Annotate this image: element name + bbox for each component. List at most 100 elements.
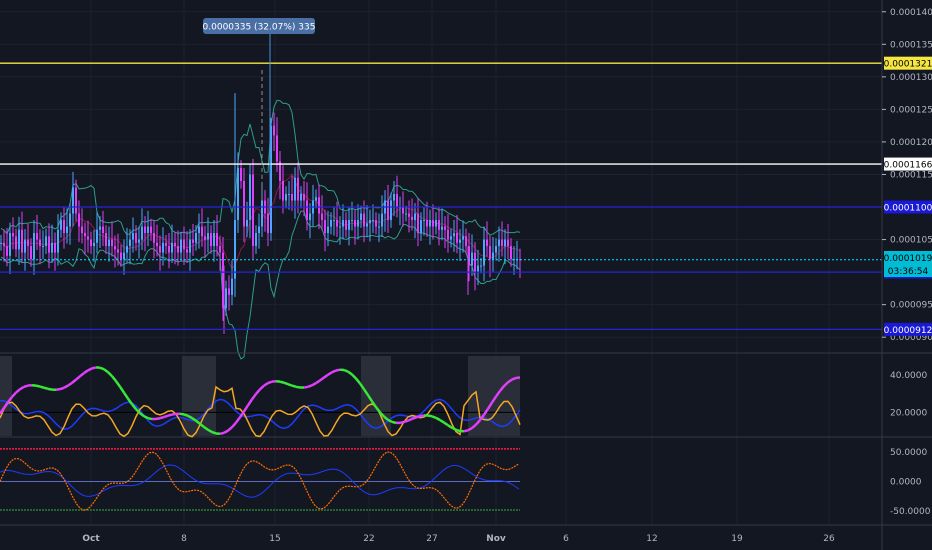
candle-body bbox=[165, 242, 167, 247]
candle-body bbox=[168, 246, 170, 253]
indicator-1-main-segment bbox=[431, 415, 437, 420]
candle-body bbox=[219, 246, 221, 253]
candle-body bbox=[408, 213, 410, 217]
candle-body bbox=[438, 220, 440, 230]
price-chart[interactable]: 0.0000335 (32.07%) 335 0.0001400 0.000135… bbox=[0, 0, 932, 550]
candle-body bbox=[372, 220, 374, 222]
candle-body bbox=[447, 229, 449, 240]
candle-body bbox=[378, 226, 380, 228]
candle-body bbox=[402, 207, 404, 214]
indicator-1-main-segment bbox=[427, 414, 433, 418]
candle-body bbox=[225, 288, 227, 308]
candle-body bbox=[258, 226, 260, 234]
indicator-1-main-segment bbox=[147, 416, 153, 421]
price-tick-label: 0.0001150 bbox=[890, 170, 932, 180]
candle-body bbox=[48, 236, 50, 253]
candle-body bbox=[66, 226, 68, 234]
candle-body bbox=[273, 125, 275, 136]
candle-body bbox=[261, 200, 263, 227]
candle-body bbox=[426, 220, 428, 227]
candle-body bbox=[36, 233, 38, 240]
indicator-1-main-segment bbox=[295, 385, 301, 389]
candle-body bbox=[486, 239, 488, 247]
candle-body bbox=[216, 233, 218, 247]
indicator-1-main-segment bbox=[267, 380, 273, 385]
candle-body bbox=[186, 249, 188, 253]
candle-body bbox=[156, 242, 158, 247]
candle-body bbox=[243, 180, 245, 227]
last-price-tag: 0.0001019 03:36:54 bbox=[884, 251, 932, 277]
time-tick-label: 19 bbox=[731, 534, 743, 544]
candle-body bbox=[471, 252, 473, 266]
candle-body bbox=[282, 180, 284, 201]
candle-body bbox=[315, 197, 317, 201]
candle-body bbox=[135, 233, 137, 243]
price-tick-label: 0.0000950 bbox=[890, 301, 932, 311]
candle-body bbox=[78, 213, 80, 227]
candle-body bbox=[0, 242, 2, 244]
candle-body bbox=[111, 239, 113, 247]
indicator-1-main-segment bbox=[287, 382, 293, 387]
candle-body bbox=[246, 220, 248, 227]
candle-body bbox=[318, 197, 320, 214]
candle-body bbox=[30, 246, 32, 260]
chart-background bbox=[0, 0, 932, 550]
time-tick-label: 6 bbox=[563, 534, 569, 544]
candle-body bbox=[495, 246, 497, 253]
indicator-1-main-segment bbox=[283, 381, 289, 386]
indicator-1-main-segment bbox=[399, 420, 405, 425]
indicator-2-tick-label: 50.0000 bbox=[890, 448, 927, 458]
candle-body bbox=[54, 242, 56, 253]
candle-body bbox=[174, 242, 176, 247]
candle-body bbox=[387, 200, 389, 221]
candle-body bbox=[330, 220, 332, 227]
candle-body bbox=[492, 252, 494, 260]
indicator-1-main-segment bbox=[331, 369, 337, 374]
candle-body bbox=[24, 239, 26, 253]
candle-body bbox=[213, 233, 215, 247]
candle-body bbox=[15, 236, 17, 250]
candle-body bbox=[114, 246, 116, 250]
candle-body bbox=[294, 177, 296, 201]
time-tick-label: Oct bbox=[82, 534, 100, 544]
candle-body bbox=[354, 220, 356, 227]
candle-body bbox=[105, 233, 107, 247]
indicator-1-main-segment bbox=[23, 384, 29, 389]
indicator-1-main-segment bbox=[167, 413, 173, 417]
price-tick-label: 0.0001050 bbox=[890, 236, 932, 246]
candle-body bbox=[81, 226, 83, 234]
candle-body bbox=[366, 223, 368, 227]
price-tick-label: 0.0001400 bbox=[890, 8, 932, 18]
time-tick-label: 26 bbox=[823, 534, 835, 544]
indicator-1-main-segment bbox=[303, 385, 309, 389]
indicator-1-main-segment bbox=[407, 417, 413, 422]
candle-body bbox=[33, 233, 35, 260]
candle-body bbox=[75, 187, 77, 214]
candle-body bbox=[369, 220, 371, 224]
candle-body bbox=[381, 213, 383, 227]
candle-body bbox=[123, 252, 125, 260]
candle-body bbox=[63, 220, 65, 234]
candle-body bbox=[240, 167, 242, 181]
indicator-1-main-segment bbox=[179, 412, 185, 416]
price-tag-label: 0.0000912 bbox=[884, 326, 932, 336]
indicator-1-main-segment bbox=[39, 385, 45, 389]
indicator-1-main-segment bbox=[159, 415, 165, 420]
candle-body bbox=[417, 213, 419, 234]
candle-body bbox=[360, 213, 362, 221]
candle-body bbox=[462, 236, 464, 240]
candle-body bbox=[27, 239, 29, 247]
candle-body bbox=[21, 229, 23, 253]
candle-body bbox=[144, 226, 146, 234]
candle-body bbox=[198, 226, 200, 234]
candle-body bbox=[132, 233, 134, 240]
candle-body bbox=[180, 239, 182, 253]
candle-body bbox=[342, 220, 344, 227]
candle-body bbox=[183, 239, 185, 250]
candle-body bbox=[39, 239, 41, 247]
candle-body bbox=[333, 220, 335, 222]
candle-body bbox=[6, 246, 8, 256]
candle-body bbox=[345, 220, 347, 230]
candle-body bbox=[489, 246, 491, 260]
candle-body bbox=[348, 220, 350, 230]
